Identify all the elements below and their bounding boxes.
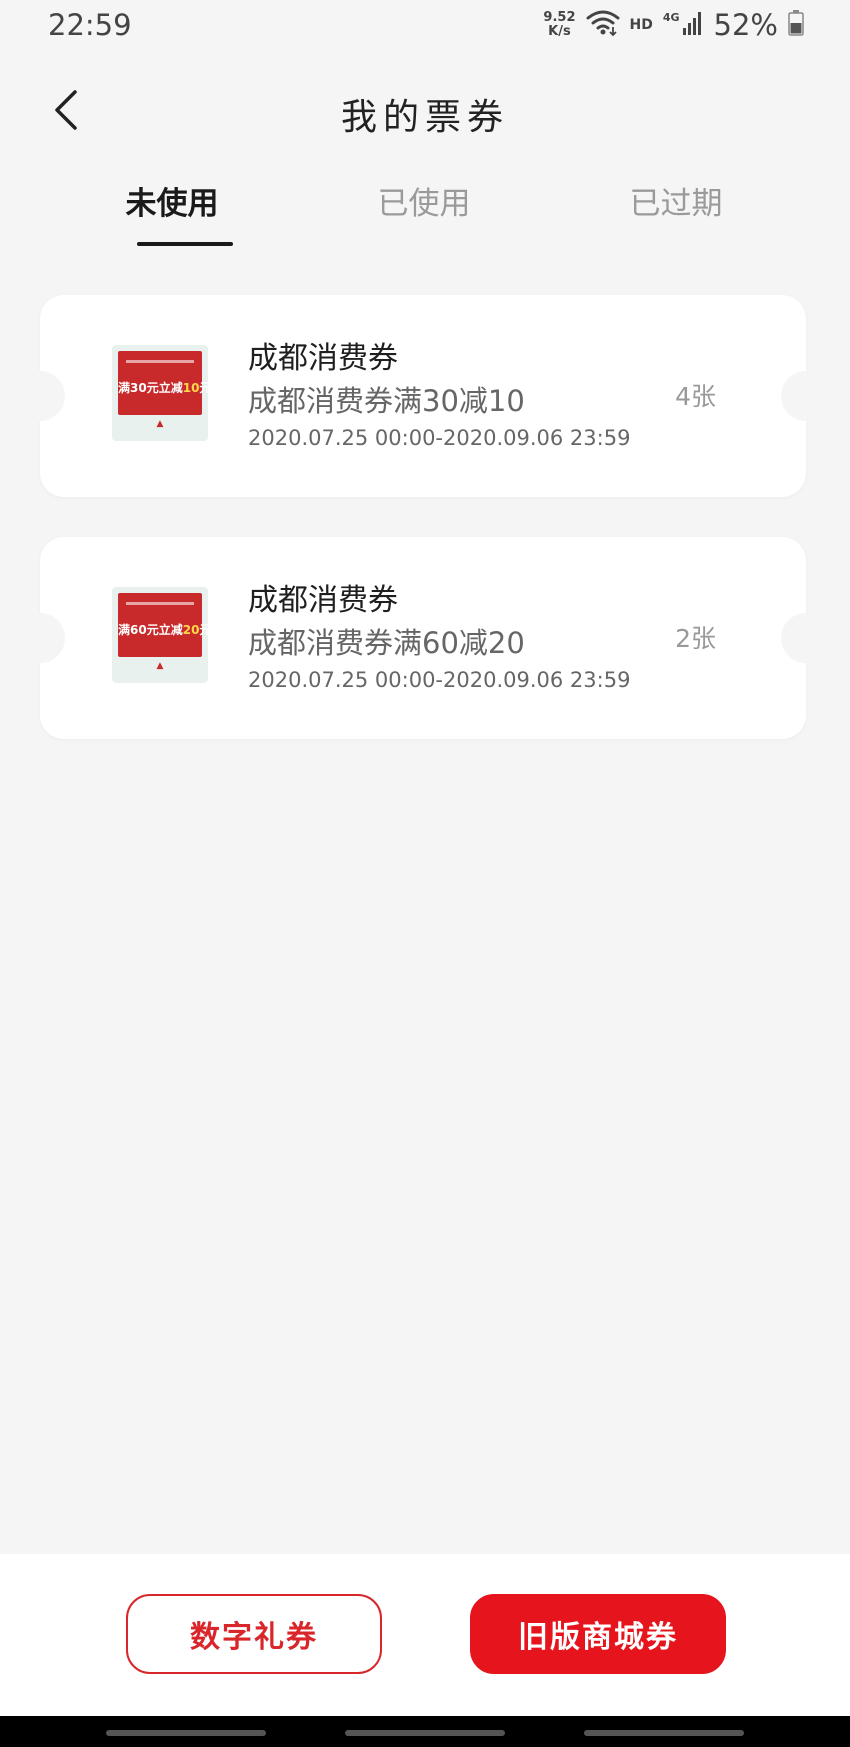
old-mall-coupon-button[interactable]: 旧版商城券: [470, 1594, 726, 1674]
coupon-thumbnail: 满60元立减20元 ▲: [112, 587, 208, 683]
coupon-thumbnail-banner: 满60元立减20元: [118, 593, 208, 657]
coupon-thumbnail-text: 满30元立减10元: [118, 381, 208, 395]
tab-label: 未使用: [125, 186, 219, 222]
gesture-navigation-bar: [0, 1716, 850, 1747]
coupon-count: 2张: [675, 624, 716, 653]
coupon-card[interactable]: 满30元立减10元 ▲ 成都消费券 成都消费券满30减10 2020.07.25…: [15, 295, 831, 497]
coupon-description: 成都消费券满60减20: [248, 626, 525, 660]
network-speed-unit: K/s: [548, 24, 571, 39]
bottom-action-bar: 数字礼券 旧版商城券: [0, 1554, 850, 1716]
network-type: 4G: [662, 10, 680, 24]
hd-indicator: HD: [629, 17, 653, 33]
coupon-validity: 2020.07.25 00:00-2020.09.06 23:59: [248, 426, 631, 450]
ticket-notch: [15, 613, 65, 663]
gesture-pill[interactable]: [106, 1730, 266, 1736]
battery-icon: [788, 10, 804, 40]
status-time: 22:59: [48, 8, 132, 42]
status-icons: 9.52 K/s HD 4G 52%: [543, 8, 804, 42]
tab-active-indicator: [137, 242, 233, 246]
coupon-info: 成都消费券 成都消费券满60减20 2020.07.25 00:00-2020.…: [248, 581, 630, 695]
header: 我的票券: [0, 70, 850, 154]
ticket-notch: [15, 371, 65, 421]
coupon-info: 成都消费券 成都消费券满30减10 2020.07.25 00:00-2020.…: [248, 339, 630, 453]
digital-gift-coupon-button[interactable]: 数字礼券: [126, 1594, 382, 1674]
coupon-name: 成都消费券: [248, 341, 398, 376]
coupon-count: 4张: [675, 382, 716, 411]
coupon-thumbnail: 满30元立减10元 ▲: [112, 345, 208, 441]
gesture-pill[interactable]: [345, 1730, 505, 1736]
signal-icon: [682, 10, 704, 40]
wifi-icon: [586, 9, 620, 41]
coupon-thumbnail-logo: ▲: [156, 419, 164, 429]
ticket-notch: [781, 613, 831, 663]
status-bar: 22:59 9.52 K/s HD 4G 52%: [0, 0, 850, 50]
page-title: 我的票券: [340, 97, 509, 138]
coupon-thumbnail-text: 满60元立减20元: [118, 623, 208, 637]
tab-bar: 未使用 已使用 已过期: [0, 180, 850, 250]
coupon-name: 成都消费券: [248, 583, 398, 618]
battery-percentage: 52%: [713, 8, 778, 42]
coupon-thumbnail-banner: 满30元立减10元: [118, 351, 208, 415]
gesture-pill[interactable]: [584, 1730, 744, 1736]
coupon-card[interactable]: 满60元立减20元 ▲ 成都消费券 成都消费券满60减20 2020.07.25…: [15, 537, 831, 739]
ticket-notch: [781, 371, 831, 421]
coupon-validity: 2020.07.25 00:00-2020.09.06 23:59: [248, 668, 631, 692]
network-speed: 9.52 K/s: [543, 11, 575, 39]
tab-used[interactable]: 已使用: [344, 180, 504, 248]
coupon-thumbnail-logo: ▲: [156, 661, 164, 671]
tab-unused[interactable]: 未使用: [92, 180, 252, 248]
tab-expired[interactable]: 已过期: [596, 180, 756, 248]
coupon-description: 成都消费券满30减10: [248, 384, 525, 418]
tab-label: 已过期: [629, 186, 723, 222]
network-speed-value: 9.52: [543, 10, 576, 25]
tab-label: 已使用: [377, 186, 471, 222]
